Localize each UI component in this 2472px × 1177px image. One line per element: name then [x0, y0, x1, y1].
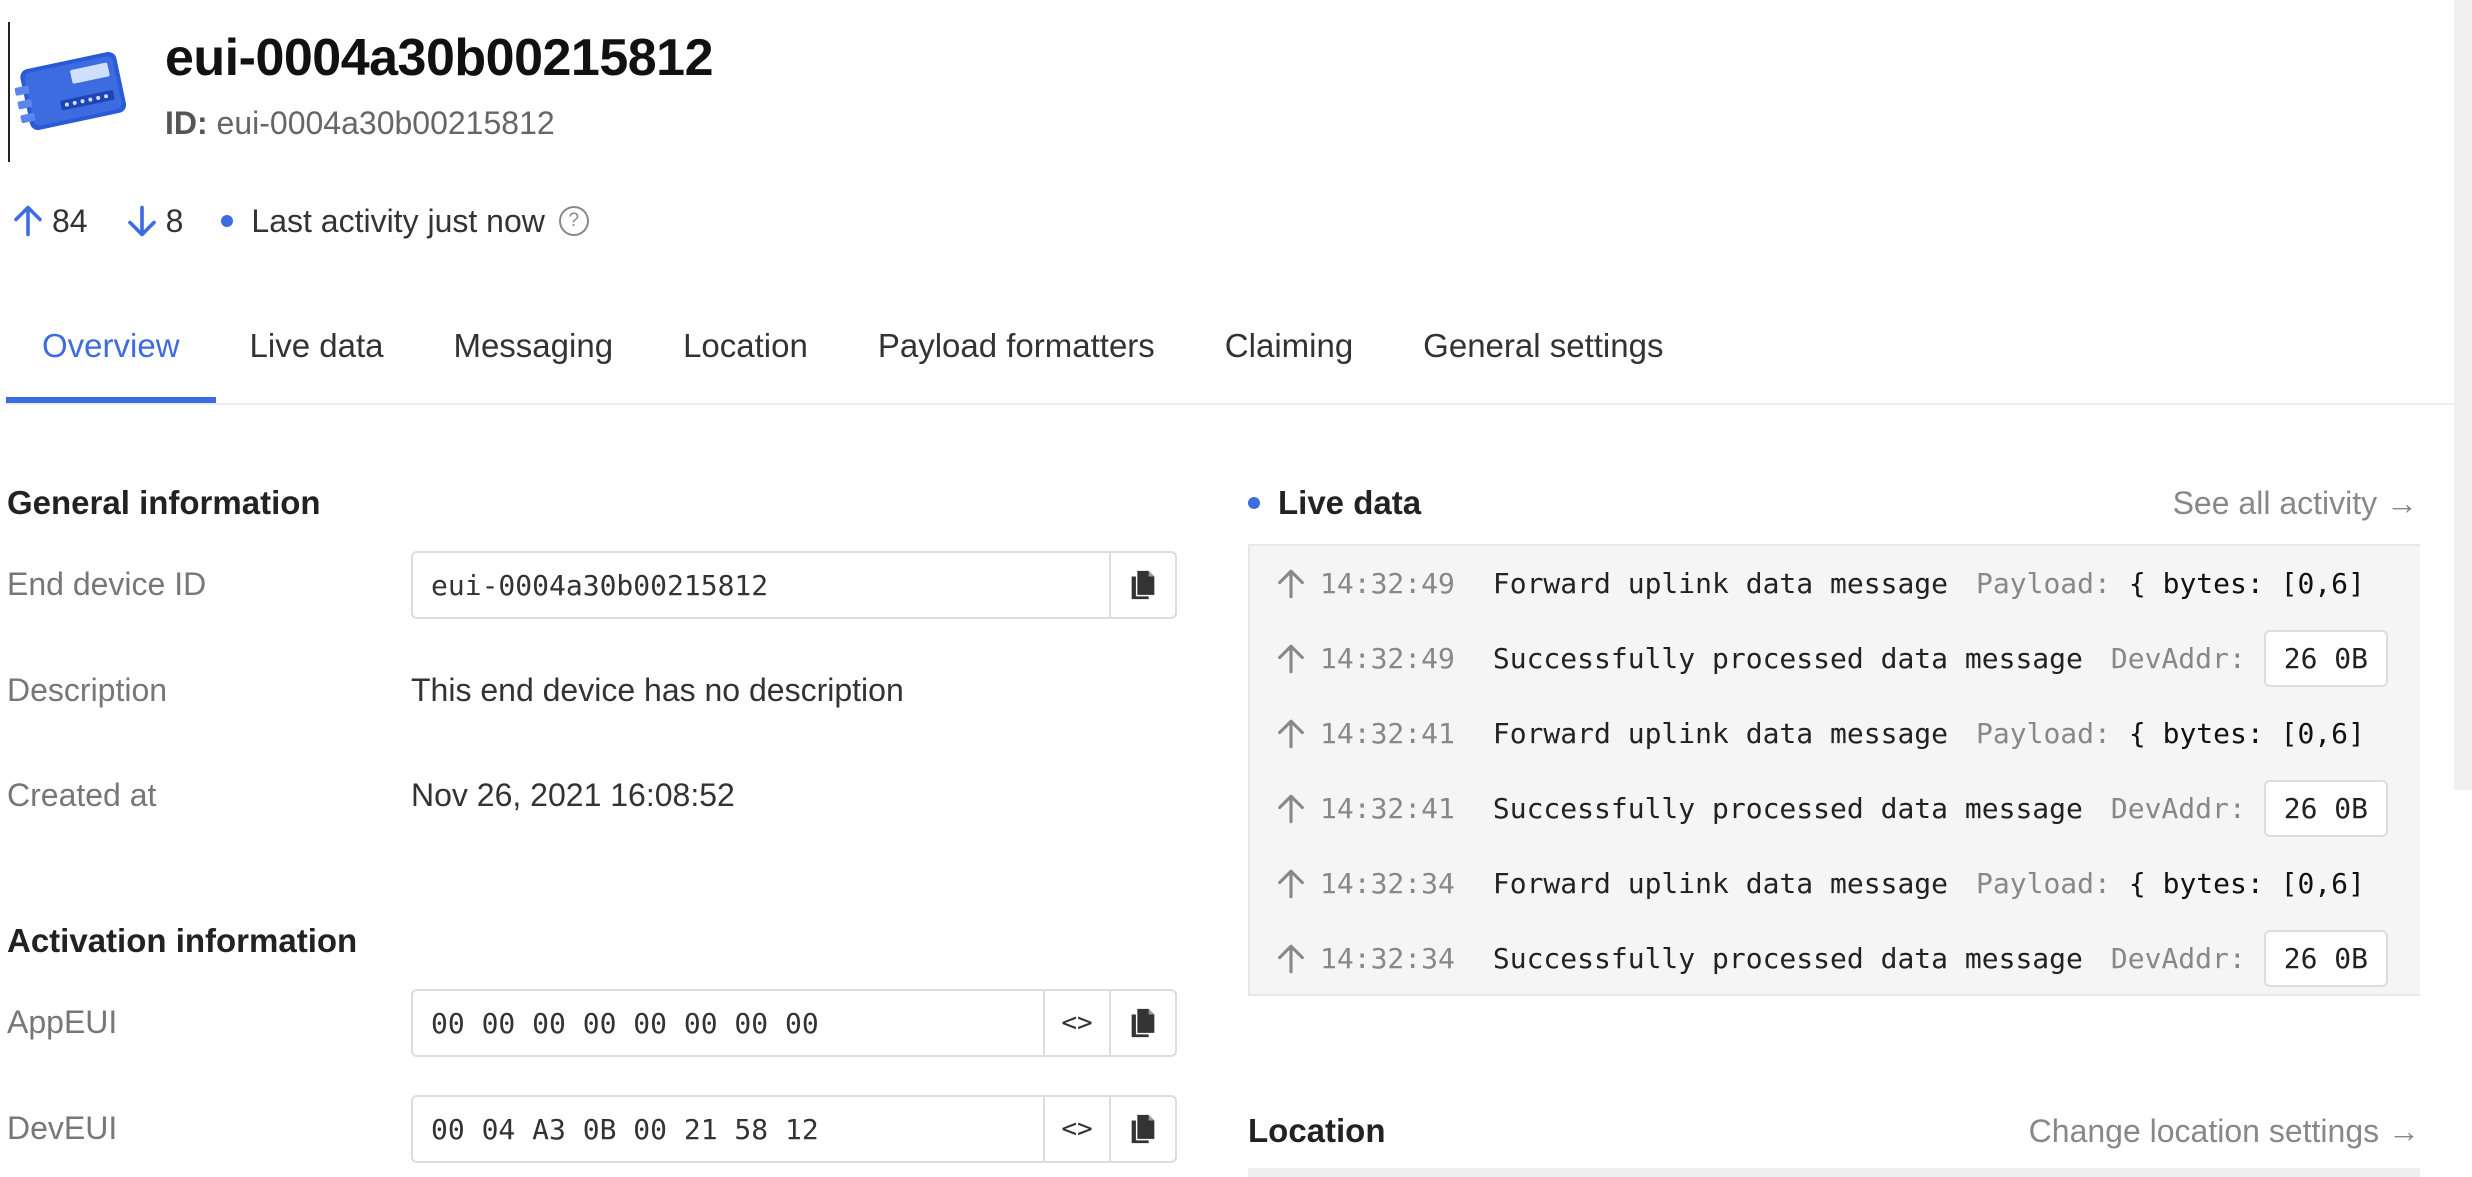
downlink-stat: 8: [124, 202, 184, 240]
tab-general-settings[interactable]: General settings: [1387, 305, 1699, 401]
event-message: Successfully processed data message: [1492, 642, 2083, 675]
copy-button[interactable]: [1109, 991, 1175, 1055]
page-scrollbar[interactable]: [2454, 0, 2472, 790]
event-key: Payload:: [1976, 567, 2111, 600]
event-message: Forward uplink data message: [1492, 717, 1949, 750]
event-key: DevAddr:: [2110, 792, 2246, 825]
location-title: Location: [1248, 1112, 1386, 1149]
arrow-up-icon: [1278, 794, 1304, 823]
live-event-row[interactable]: 14:32:49 Successfully processed data mess…: [1250, 621, 2420, 696]
created-at-value: Nov 26, 2021 16:08:52: [411, 777, 735, 813]
copy-icon: [1131, 570, 1155, 600]
tab-payload-formatters[interactable]: Payload formatters: [842, 305, 1191, 401]
created-at-label: Created at: [7, 777, 157, 813]
tab-claiming[interactable]: Claiming: [1189, 305, 1389, 401]
end-device-id-label: End device ID: [7, 566, 207, 602]
appeui-value[interactable]: 00 00 00 00 00 00 00 00: [413, 1007, 1043, 1040]
tab-overview[interactable]: Overview: [6, 305, 216, 403]
live-data-feed[interactable]: 14:32:49 Forward uplink data message Paylo…: [1248, 544, 2420, 996]
live-data-title-text: Live data: [1278, 484, 1422, 521]
live-event-row[interactable]: 14:32:34 Forward uplink data message Paylo…: [1250, 846, 2420, 921]
device-id-value: eui-0004a30b00215812: [216, 105, 555, 141]
location-header: Location Change location settings →: [1248, 1112, 2420, 1150]
event-value: { bytes: [0,6]: [2128, 717, 2365, 750]
live-data-title: Live data: [1248, 484, 1421, 522]
event-time: 14:32:49: [1320, 567, 1455, 600]
downlink-count: 8: [165, 202, 184, 239]
device-icon: [14, 51, 127, 130]
last-activity: Last activity just now: [251, 202, 545, 239]
help-icon[interactable]: ?: [558, 206, 589, 236]
arrow-up-icon: [14, 205, 42, 237]
copy-icon: [1131, 1008, 1155, 1038]
event-message: Successfully processed data message: [1492, 942, 2083, 975]
description-value: This end device has no description: [411, 672, 904, 708]
event-time: 14:32:34: [1320, 867, 1455, 900]
arrow-up-icon: [1278, 569, 1304, 598]
deveui-label: DevEUI: [7, 1110, 118, 1146]
event-time: 14:32:49: [1320, 642, 1455, 675]
event-time: 14:32:41: [1320, 717, 1455, 750]
tab-live-data[interactable]: Live data: [214, 305, 420, 401]
uplink-stat: 84: [10, 202, 88, 240]
header-divider: [8, 22, 10, 162]
device-id-label: ID:: [165, 105, 208, 141]
live-status-dot: [1248, 497, 1260, 509]
event-time: 14:32:41: [1320, 792, 1455, 825]
event-value: 26 0B: [2263, 930, 2389, 987]
tab-location[interactable]: Location: [647, 305, 844, 401]
event-key: DevAddr:: [2110, 642, 2246, 675]
device-id: ID: eui-0004a30b00215812: [165, 105, 555, 142]
appeui-field: 00 00 00 00 00 00 00 00 <>: [411, 989, 1177, 1057]
live-event-row[interactable]: 14:32:49 Forward uplink data message Paylo…: [1250, 546, 2420, 621]
live-event-row[interactable]: 14:32:41 Successfully processed data mess…: [1250, 771, 2420, 846]
copy-button[interactable]: [1109, 1097, 1175, 1161]
copy-icon: [1131, 1114, 1155, 1144]
device-stats: 84 8 Last activity just now ?: [10, 202, 589, 240]
arrow-up-icon: [1278, 944, 1304, 973]
event-value: 26 0B: [2263, 780, 2389, 837]
location-map-preview: [1248, 1168, 2420, 1177]
live-event-row[interactable]: 14:32:34 Successfully processed data mess…: [1250, 921, 2420, 994]
deveui-value[interactable]: 00 04 A3 0B 00 21 58 12: [413, 1113, 1043, 1146]
event-value: { bytes: [0,6]: [2128, 567, 2365, 600]
event-key: Payload:: [1976, 867, 2111, 900]
page-title: eui-0004a30b00215812: [165, 29, 714, 87]
change-location-link[interactable]: Change location settings →: [2029, 1113, 2420, 1150]
arrow-up-icon: [1278, 719, 1304, 748]
tab-messaging[interactable]: Messaging: [417, 305, 649, 401]
event-time: 14:32:34: [1320, 942, 1455, 975]
description-label: Description: [7, 672, 168, 708]
arrow-up-icon: [1278, 869, 1304, 898]
see-all-activity-link[interactable]: See all activity →: [2173, 485, 2418, 522]
event-message: Successfully processed data message: [1492, 792, 2083, 825]
event-key: Payload:: [1976, 717, 2111, 750]
event-key: DevAddr:: [2110, 942, 2246, 975]
event-message: Forward uplink data message: [1492, 567, 1949, 600]
event-value: { bytes: [0,6]: [2128, 867, 2365, 900]
deveui-field: 00 04 A3 0B 00 21 58 12 <>: [411, 1095, 1177, 1163]
event-message: Forward uplink data message: [1492, 867, 1949, 900]
general-info-title: General information: [7, 484, 321, 521]
status-dot: [221, 215, 234, 227]
toggle-format-button[interactable]: <>: [1043, 991, 1109, 1055]
live-event-row[interactable]: 14:32:41 Forward uplink data message Paylo…: [1250, 696, 2420, 771]
end-device-id-value[interactable]: eui-0004a30b00215812: [413, 569, 1109, 602]
live-data-header: Live data See all activity →: [1248, 484, 2418, 522]
uplink-count: 84: [52, 202, 88, 239]
appeui-label: AppEUI: [7, 1004, 118, 1040]
end-device-id-field: eui-0004a30b00215812: [411, 551, 1177, 619]
toggle-format-button[interactable]: <>: [1043, 1097, 1109, 1161]
arrow-down-icon: [127, 205, 156, 237]
activation-info-title: Activation information: [7, 922, 358, 959]
arrow-up-icon: [1278, 644, 1304, 673]
tab-bar: Overview Live data Messaging Location Pa…: [6, 305, 2472, 405]
copy-button[interactable]: [1109, 553, 1175, 617]
event-value: 26 0B: [2263, 630, 2389, 687]
